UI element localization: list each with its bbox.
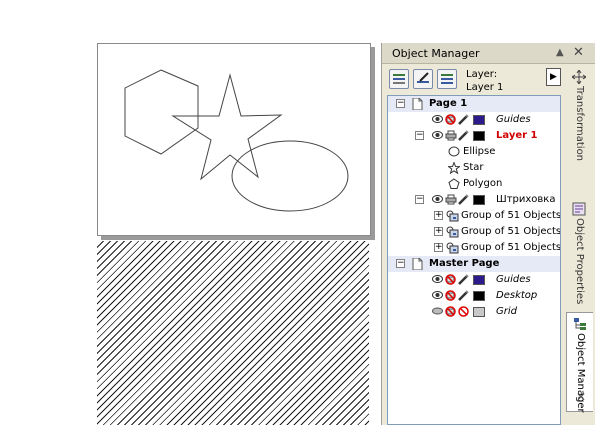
tree-row-star[interactable]: Star [388,160,560,176]
tree-label: Star [463,162,484,173]
layer-color-swatch[interactable] [473,131,485,141]
layers-properties-icon [393,74,405,84]
tree-label: Grid [496,306,517,317]
tree-label: Штриховка [496,194,556,205]
object-manager-panel: Object Manager ▲ ✕ Layer: Layer 1 ▶ − Pag… [381,43,595,425]
tree-row-guides2[interactable]: Guides [388,272,560,288]
tab-transformation[interactable]: Transformation [566,66,592,194]
edit-across-layers-button[interactable] [413,69,433,89]
layer-name: Layer 1 [466,82,504,93]
layer-view-icon [441,74,453,84]
panel-toolbar: Layer: Layer 1 [382,64,562,96]
tree-row-grid[interactable]: Grid [388,304,560,323]
tree-label: Group of 51 Objects [461,210,561,221]
tab-transformation-label: Transformation [574,86,585,162]
collapse-icon[interactable]: − [415,131,424,140]
layer-manager-view-button[interactable] [437,69,457,89]
tree-label: Polygon [463,178,503,189]
tree-label: Ellipse [463,146,496,157]
tree-label: Group of 51 Objects [461,226,561,237]
tree-row-master[interactable]: − Master Page [388,256,560,272]
star-shape[interactable] [171,73,283,181]
pencil-layers-icon [417,72,429,83]
panel-titlebar: Object Manager ▲ ✕ [382,43,595,64]
tree-label: Layer 1 [496,130,538,141]
ellipse-shape[interactable] [231,140,349,212]
expand-icon[interactable]: + [434,211,443,220]
eye-closed-icon[interactable] [432,306,443,322]
tree-row-g2[interactable]: + Group of 51 Objects [388,224,561,240]
layer-caption: Layer: [466,69,498,80]
layer-color-swatch[interactable] [473,307,485,317]
panel-close-icon[interactable]: ✕ [573,45,584,60]
tree-label: Page 1 [429,98,468,109]
no-edit-icon[interactable] [458,306,469,323]
tree-label: Group of 51 Objects [461,242,561,253]
tree-row-layer1[interactable]: − Layer 1 [388,128,560,144]
tree-row-guides1[interactable]: Guides [388,112,560,128]
tree-label: Guides [496,114,531,125]
panel-menu-button[interactable]: ▶ [546,68,561,86]
properties-icon [572,202,586,216]
tree-row-polygon[interactable]: Polygon [388,176,560,192]
no-print-icon[interactable] [445,306,456,323]
hexagon-shape[interactable] [124,69,199,155]
drawing-page[interactable] [97,43,371,236]
tree-label: Master Page [429,258,500,269]
expand-icon[interactable]: + [434,243,443,252]
collapse-icon[interactable]: − [396,99,405,108]
layer-color-swatch[interactable] [473,195,485,205]
tree-label: Guides [496,274,531,285]
docker-tabs: Transformation Object Properties Object … [564,64,595,425]
docker-close-icon[interactable]: ✕ [576,390,586,404]
tree-row-desktop[interactable]: Desktop [388,288,560,304]
drawing-canvas[interactable] [0,0,380,425]
layer-color-swatch[interactable] [473,291,485,301]
tree-label: Desktop [496,290,538,301]
tree-row-hatching[interactable]: − Штриховка [388,192,560,208]
collapse-icon[interactable]: − [415,195,424,204]
layer-color-swatch[interactable] [473,275,485,285]
tab-object-properties-label: Object Properties [574,218,585,305]
expand-icon[interactable]: + [434,227,443,236]
move-icon [572,70,586,84]
show-properties-button[interactable] [389,69,409,89]
collapse-icon[interactable]: − [396,259,405,268]
tree-row-g1[interactable]: + Group of 51 Objects [388,208,561,224]
panel-collapse-icon[interactable]: ▲ [556,47,564,58]
hatching-area[interactable] [97,241,369,425]
tree-row-ellipse[interactable]: Ellipse [388,144,560,160]
current-layer-label: Layer: Layer 1 [466,68,503,94]
tab-object-properties[interactable]: Object Properties [566,198,592,316]
tree-row-g3[interactable]: + Group of 51 Objects [388,240,561,256]
tree-row-page1[interactable]: − Page 1 [388,96,560,112]
panel-title: Object Manager [392,47,480,60]
tree-icon [574,318,586,330]
object-tree[interactable]: − Page 1 Guides − Layer 1 Ellipse Star Polygon −… [387,95,561,425]
page-shapes [124,69,349,212]
layer-color-swatch[interactable] [473,115,485,125]
